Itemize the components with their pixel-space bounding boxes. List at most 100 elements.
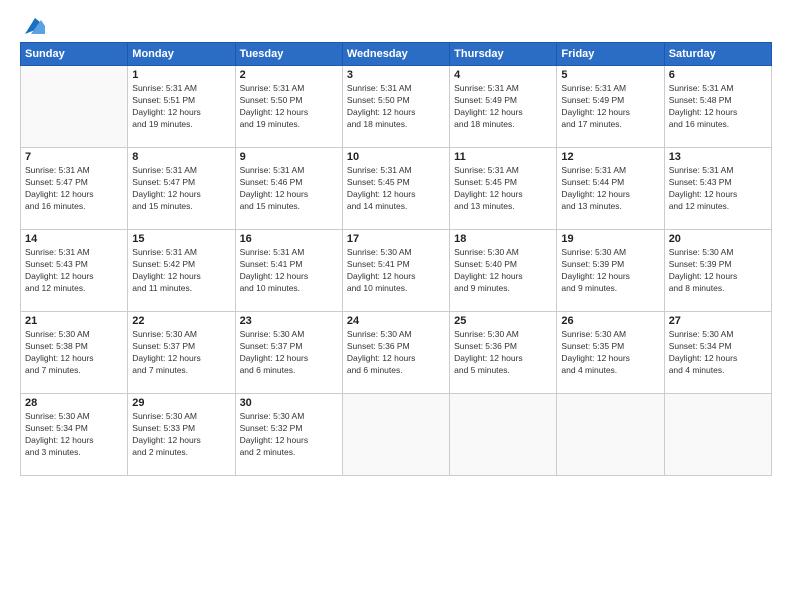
day-info: Sunrise: 5:30 AM Sunset: 5:35 PM Dayligh… (561, 329, 659, 377)
day-number: 25 (454, 315, 552, 327)
calendar-cell: 12 Sunrise: 5:31 AM Sunset: 5:44 PM Dayli… (557, 148, 664, 230)
day-info: Sunrise: 5:30 AM Sunset: 5:34 PM Dayligh… (669, 329, 767, 377)
calendar-cell (450, 394, 557, 476)
calendar-cell: 13 Sunrise: 5:31 AM Sunset: 5:43 PM Dayli… (664, 148, 771, 230)
day-info: Sunrise: 5:30 AM Sunset: 5:33 PM Dayligh… (132, 411, 230, 459)
day-info: Sunrise: 5:30 AM Sunset: 5:36 PM Dayligh… (347, 329, 445, 377)
day-info: Sunrise: 5:30 AM Sunset: 5:41 PM Dayligh… (347, 247, 445, 295)
day-number: 22 (132, 315, 230, 327)
day-number: 19 (561, 233, 659, 245)
calendar-cell: 30 Sunrise: 5:30 AM Sunset: 5:32 PM Dayli… (235, 394, 342, 476)
calendar-cell: 28Sunrise: 5:30 AM Sunset: 5:34 PM Dayli… (21, 394, 128, 476)
weekday-header-friday: Friday (557, 43, 664, 66)
day-number: 20 (669, 233, 767, 245)
day-number: 27 (669, 315, 767, 327)
day-info: Sunrise: 5:31 AM Sunset: 5:45 PM Dayligh… (454, 165, 552, 213)
calendar-cell: 18 Sunrise: 5:30 AM Sunset: 5:40 PM Dayli… (450, 230, 557, 312)
calendar-cell: 3 Sunrise: 5:31 AM Sunset: 5:50 PM Daylig… (342, 66, 449, 148)
day-number: 6 (669, 69, 767, 81)
day-info: Sunrise: 5:31 AM Sunset: 5:45 PM Dayligh… (347, 165, 445, 213)
calendar-cell: 24 Sunrise: 5:30 AM Sunset: 5:36 PM Dayli… (342, 312, 449, 394)
day-info: Sunrise: 5:31 AM Sunset: 5:47 PM Dayligh… (25, 165, 123, 213)
day-info: Sunrise: 5:30 AM Sunset: 5:40 PM Dayligh… (454, 247, 552, 295)
weekday-header-thursday: Thursday (450, 43, 557, 66)
weekday-header-monday: Monday (128, 43, 235, 66)
calendar-cell: 27 Sunrise: 5:30 AM Sunset: 5:34 PM Dayli… (664, 312, 771, 394)
day-number: 8 (132, 151, 230, 163)
day-number: 7 (25, 151, 123, 163)
day-number: 23 (240, 315, 338, 327)
calendar-cell: 29 Sunrise: 5:30 AM Sunset: 5:33 PM Dayli… (128, 394, 235, 476)
calendar-cell: 25 Sunrise: 5:30 AM Sunset: 5:36 PM Dayli… (450, 312, 557, 394)
day-number: 12 (561, 151, 659, 163)
day-number: 11 (454, 151, 552, 163)
calendar-cell: 19 Sunrise: 5:30 AM Sunset: 5:39 PM Dayli… (557, 230, 664, 312)
calendar-cell: 2 Sunrise: 5:31 AM Sunset: 5:50 PM Daylig… (235, 66, 342, 148)
calendar-cell: 11 Sunrise: 5:31 AM Sunset: 5:45 PM Dayli… (450, 148, 557, 230)
day-info: Sunrise: 5:31 AM Sunset: 5:49 PM Dayligh… (561, 83, 659, 131)
day-number: 26 (561, 315, 659, 327)
calendar-cell: 1Sunrise: 5:31 AM Sunset: 5:51 PM Daylig… (128, 66, 235, 148)
day-info: Sunrise: 5:31 AM Sunset: 5:43 PM Dayligh… (669, 165, 767, 213)
calendar-cell: 6 Sunrise: 5:31 AM Sunset: 5:48 PM Daylig… (664, 66, 771, 148)
calendar-table: SundayMondayTuesdayWednesdayThursdayFrid… (20, 42, 772, 476)
day-info: Sunrise: 5:31 AM Sunset: 5:50 PM Dayligh… (240, 83, 338, 131)
day-info: Sunrise: 5:30 AM Sunset: 5:37 PM Dayligh… (132, 329, 230, 377)
day-info: Sunrise: 5:30 AM Sunset: 5:36 PM Dayligh… (454, 329, 552, 377)
day-info: Sunrise: 5:31 AM Sunset: 5:43 PM Dayligh… (25, 247, 123, 295)
day-number: 15 (132, 233, 230, 245)
logo-icon (21, 16, 45, 36)
calendar-cell (21, 66, 128, 148)
day-info: Sunrise: 5:30 AM Sunset: 5:37 PM Dayligh… (240, 329, 338, 377)
calendar-cell: 23 Sunrise: 5:30 AM Sunset: 5:37 PM Dayli… (235, 312, 342, 394)
calendar-cell: 10 Sunrise: 5:31 AM Sunset: 5:45 PM Dayli… (342, 148, 449, 230)
day-info: Sunrise: 5:31 AM Sunset: 5:41 PM Dayligh… (240, 247, 338, 295)
weekday-header-sunday: Sunday (21, 43, 128, 66)
day-number: 10 (347, 151, 445, 163)
calendar-cell: 8Sunrise: 5:31 AM Sunset: 5:47 PM Daylig… (128, 148, 235, 230)
calendar-cell: 20 Sunrise: 5:30 AM Sunset: 5:39 PM Dayli… (664, 230, 771, 312)
calendar-cell: 15 Sunrise: 5:31 AM Sunset: 5:42 PM Dayli… (128, 230, 235, 312)
day-info: Sunrise: 5:31 AM Sunset: 5:48 PM Dayligh… (669, 83, 767, 131)
day-number: 16 (240, 233, 338, 245)
day-number: 24 (347, 315, 445, 327)
calendar-cell: 4 Sunrise: 5:31 AM Sunset: 5:49 PM Daylig… (450, 66, 557, 148)
calendar-cell: 22 Sunrise: 5:30 AM Sunset: 5:37 PM Dayli… (128, 312, 235, 394)
calendar-cell (342, 394, 449, 476)
day-number: 30 (240, 397, 338, 409)
day-info: Sunrise: 5:31 AM Sunset: 5:50 PM Dayligh… (347, 83, 445, 131)
calendar-cell: 9 Sunrise: 5:31 AM Sunset: 5:46 PM Daylig… (235, 148, 342, 230)
calendar-cell: 7 Sunrise: 5:31 AM Sunset: 5:47 PM Daylig… (21, 148, 128, 230)
day-info: Sunrise: 5:31 AM Sunset: 5:46 PM Dayligh… (240, 165, 338, 213)
day-number: 14 (25, 233, 123, 245)
weekday-header-wednesday: Wednesday (342, 43, 449, 66)
weekday-header-tuesday: Tuesday (235, 43, 342, 66)
calendar-cell: 17 Sunrise: 5:30 AM Sunset: 5:41 PM Dayli… (342, 230, 449, 312)
day-number: 13 (669, 151, 767, 163)
day-info: Sunrise: 5:31 AM Sunset: 5:44 PM Dayligh… (561, 165, 659, 213)
day-number: 2 (240, 69, 338, 81)
logo (20, 16, 46, 34)
day-number: 29 (132, 397, 230, 409)
day-number: 18 (454, 233, 552, 245)
day-info: Sunrise: 5:31 AM Sunset: 5:51 PM Dayligh… (132, 83, 230, 131)
weekday-header-saturday: Saturday (664, 43, 771, 66)
calendar-cell: 26 Sunrise: 5:30 AM Sunset: 5:35 PM Dayli… (557, 312, 664, 394)
day-info: Sunrise: 5:30 AM Sunset: 5:39 PM Dayligh… (669, 247, 767, 295)
day-info: Sunrise: 5:31 AM Sunset: 5:42 PM Dayligh… (132, 247, 230, 295)
day-info: Sunrise: 5:30 AM Sunset: 5:39 PM Dayligh… (561, 247, 659, 295)
calendar-cell: 14 Sunrise: 5:31 AM Sunset: 5:43 PM Dayli… (21, 230, 128, 312)
day-number: 5 (561, 69, 659, 81)
day-number: 9 (240, 151, 338, 163)
calendar-cell: 21Sunrise: 5:30 AM Sunset: 5:38 PM Dayli… (21, 312, 128, 394)
logo-text (20, 16, 46, 36)
calendar-cell: 16 Sunrise: 5:31 AM Sunset: 5:41 PM Dayli… (235, 230, 342, 312)
calendar-cell (557, 394, 664, 476)
day-info: Sunrise: 5:31 AM Sunset: 5:49 PM Dayligh… (454, 83, 552, 131)
header (20, 16, 772, 34)
day-info: Sunrise: 5:30 AM Sunset: 5:32 PM Dayligh… (240, 411, 338, 459)
day-number: 4 (454, 69, 552, 81)
day-number: 17 (347, 233, 445, 245)
calendar-cell (664, 394, 771, 476)
day-number: 3 (347, 69, 445, 81)
